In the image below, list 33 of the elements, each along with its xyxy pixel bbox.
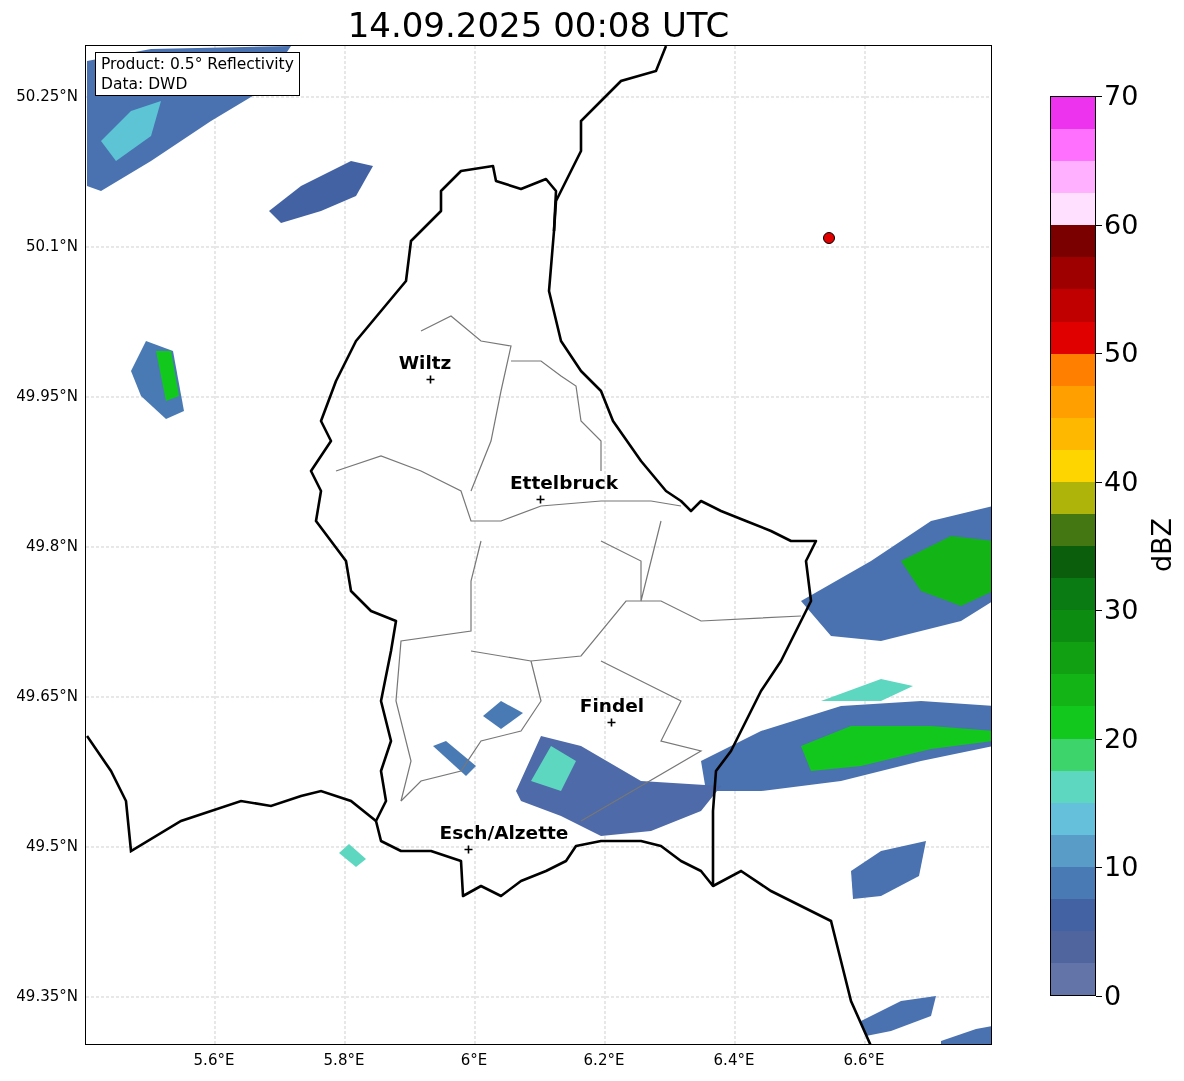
colorbar-tick-label: 50: [1104, 338, 1139, 369]
axis-tick-label: 49.65°N: [16, 687, 78, 705]
axis-tick-label: 5.6°E: [193, 1051, 235, 1069]
axis-tick-label: 49.8°N: [25, 537, 78, 555]
info-text: Product: 0.5° Reflectivity: [101, 54, 294, 74]
colorbar-tick-label: 40: [1104, 466, 1139, 497]
colorbar-tick-label: 30: [1104, 595, 1139, 626]
axis-tick-label: 6.6°E: [843, 1051, 885, 1069]
info-text: Data: DWD: [101, 74, 189, 94]
city-label: Esch/Alzette: [439, 822, 569, 844]
axis-tick-label: 49.35°N: [16, 987, 78, 1005]
colorbar-tick-label: 0: [1104, 981, 1122, 1011]
city-label: Wiltz: [398, 352, 452, 374]
colorbar-tick-label: 10: [1104, 852, 1139, 883]
chart-title: 14.09.2025 00:08 UTC: [346, 4, 731, 46]
city-marker-icon: [425, 374, 435, 384]
city-marker-icon: [535, 494, 545, 504]
axis-tick-label: 50.25°N: [16, 87, 78, 105]
city-marker-icon: [463, 844, 473, 854]
axis-tick-label: 49.5°N: [25, 837, 78, 855]
axis-tick-label: 6.2°E: [583, 1051, 625, 1069]
colorbar-tick-label: 70: [1104, 81, 1139, 111]
colorbar-label: dBZ: [1147, 517, 1178, 573]
city-marker-icon: [606, 717, 616, 727]
city-label: Ettelbruck: [510, 472, 618, 494]
colorbar-tick-label: 20: [1104, 723, 1139, 754]
axis-tick-label: 5.8°E: [323, 1051, 365, 1069]
axis-tick-label: 6°E: [460, 1051, 488, 1069]
axis-tick-label: 50.1°N: [25, 237, 78, 255]
colorbar-tick-label: 60: [1104, 209, 1139, 240]
axis-tick-label: 6.4°E: [713, 1051, 755, 1069]
axis-tick-label: 49.95°N: [16, 387, 78, 405]
city-label: Findel: [579, 695, 645, 717]
